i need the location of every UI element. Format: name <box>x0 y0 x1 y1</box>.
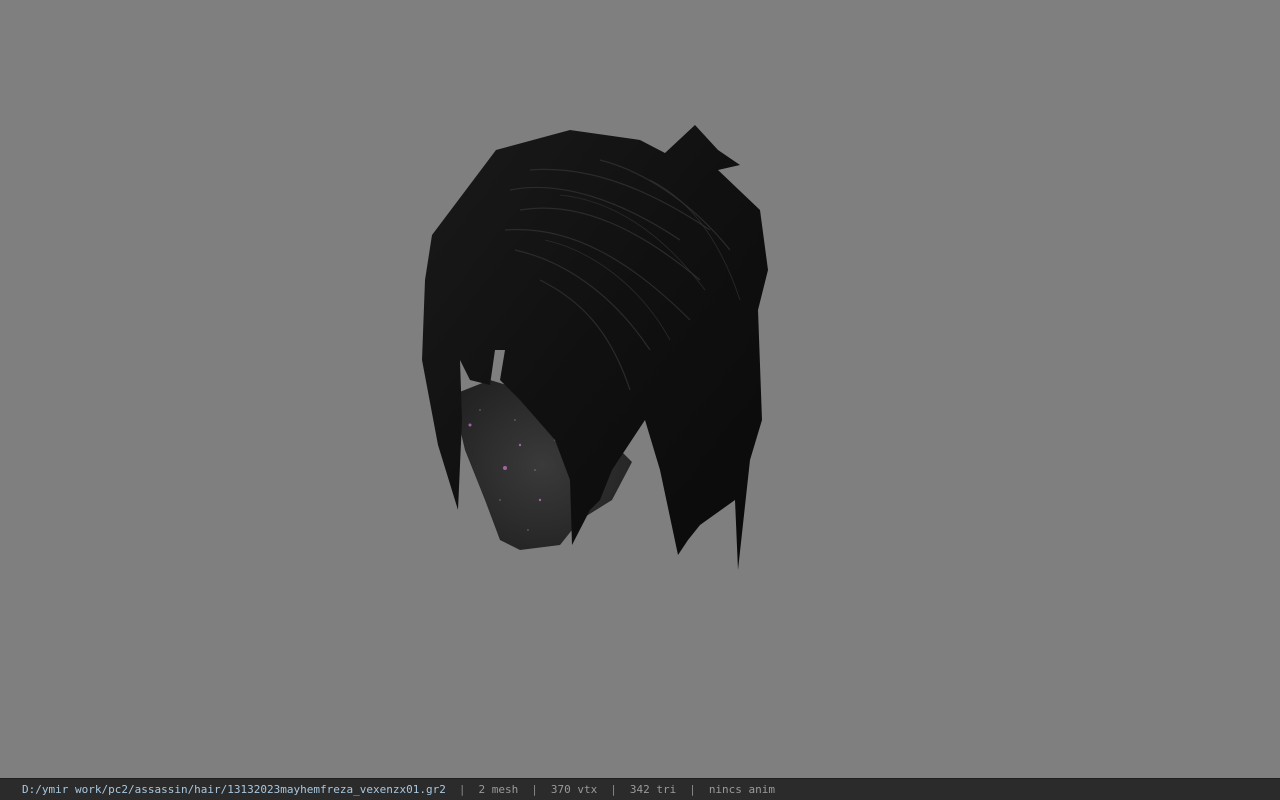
file-path-label: D:/ymir work/pc2/assassin/hair/13132023m… <box>22 783 446 796</box>
separator: | <box>458 783 466 796</box>
mesh-count-label: 2 mesh <box>478 783 519 796</box>
separator: | <box>689 783 696 796</box>
hair-model-render[interactable] <box>0 0 1280 778</box>
vertex-count-label: 370 vtx <box>550 783 598 796</box>
separator: | <box>531 783 538 796</box>
animation-status-label: nincs anim <box>708 783 776 796</box>
triangle-count-label: 342 tri <box>629 783 677 796</box>
hair-mesh <box>422 125 768 570</box>
separator: | <box>610 783 617 796</box>
3d-viewport[interactable] <box>0 0 1280 778</box>
status-bar: D:/ymir work/pc2/assassin/hair/13132023m… <box>0 778 1280 800</box>
